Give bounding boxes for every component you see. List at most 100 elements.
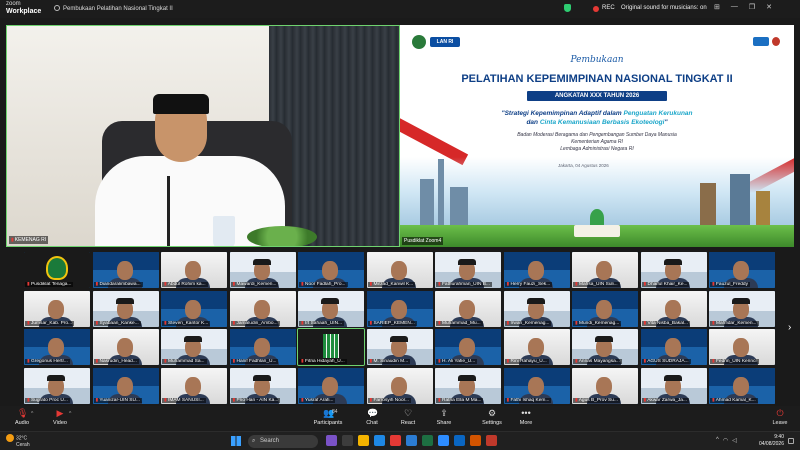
app-icon[interactable] — [454, 435, 465, 446]
water-glass — [213, 216, 235, 246]
mic-muted-icon: ▮ — [369, 359, 373, 364]
participant-tile[interactable]: ▮ Diandaralimbawa... — [92, 252, 159, 288]
windows-taskbar: 32°C Cerah ⌕ Search ^ ◠ ◁ 9:40 04/08/2026 — [0, 431, 800, 450]
maximize-icon[interactable]: ❐ — [749, 3, 755, 11]
participant-tile[interactable]: ▮ Rini Rahayu_U... — [503, 329, 570, 365]
participant-tile[interactable]: ▮ Fedrin_UIN Kerinci — [709, 329, 775, 365]
participants-button[interactable]: 👥 84 Participants — [306, 409, 350, 427]
widgets-app-icon[interactable] — [326, 435, 337, 446]
participant-name: ▮ Mirzad_Kanwil K... — [367, 282, 416, 287]
powerpoint-icon[interactable] — [470, 435, 481, 446]
participant-tile[interactable]: ▮ Jamaludin_Ambo... — [229, 290, 296, 327]
participant-tile[interactable]: ▮ Irt Sahaah_UIN... — [298, 290, 364, 327]
video-button[interactable]: ▶ ^ Video — [40, 409, 80, 427]
participant-tile[interactable]: ▮ Fauzul_Freddy — [709, 252, 775, 288]
close-icon[interactable]: ✕ — [766, 3, 772, 11]
view-icon[interactable]: ⊞ — [714, 3, 720, 11]
participant-tile[interactable]: ▮ Syabaan_Kanke... — [92, 290, 159, 327]
word-icon[interactable] — [406, 435, 417, 446]
participant-tile[interactable]: ▮ Sugrato Proc U... — [24, 367, 90, 404]
share-button[interactable]: ⇪ Share — [424, 409, 464, 427]
participant-face — [733, 261, 749, 280]
shared-slide[interactable]: LAN RI Pembukaan PELATIHAN KEPEMIMPINAN … — [400, 25, 794, 247]
taskbar-search[interactable]: ⌕ Search — [248, 435, 318, 448]
react-button[interactable]: ♡ React — [388, 409, 428, 427]
participant-tile[interactable]: ▮ Gregorius Hertr... — [24, 329, 90, 365]
participant-tile[interactable]: ▮ AGUS SUDRAJA... — [640, 329, 707, 365]
participant-tile[interactable]: ▮ Irwan_Kemenag... — [503, 290, 570, 327]
clock[interactable]: 9:40 04/08/2026 — [758, 434, 784, 448]
participant-tile[interactable]: ▮ Ratna Ella M Ma... — [435, 367, 501, 404]
participant-tile[interactable]: ▮ M. Sinaudin M... — [366, 329, 433, 365]
slide-org3: Lembaga Administrasi Negara RI — [560, 146, 634, 152]
participant-face — [527, 338, 544, 357]
minimize-icon[interactable]: — — [731, 3, 738, 11]
participant-tile[interactable]: ▮ Akwar Zarwa_Ja... — [640, 367, 707, 404]
participant-tile[interactable]: ▮ Fitria Hidayah_U... — [297, 328, 365, 366]
more-button[interactable]: ••• More — [506, 409, 546, 427]
participant-tile[interactable]: ▮ Vita Nisba_Bakal... — [640, 290, 707, 327]
participant-tile[interactable]: ▮ Mahsa_UIN Suli... — [572, 252, 638, 288]
participant-tile[interactable]: ▮ Prio Han - AIN Ka... — [229, 367, 296, 404]
leave-icon: ⏻ — [776, 408, 784, 418]
building — [730, 174, 750, 229]
original-sound-label[interactable]: Original sound for musicians: on — [621, 5, 707, 11]
participant-tile[interactable]: ▮ Dhaiful Khair_Ke... — [640, 252, 707, 288]
participant-tile[interactable]: ▮ Noor Fadlah_Pro... — [298, 252, 364, 288]
participant-tile[interactable]: ▮ Jumsar_Kab. Pro... — [24, 290, 90, 327]
participant-tile[interactable]: ▮ IMAM SANUSI... — [161, 367, 227, 404]
participant-tile[interactable]: ▮ Nasrudin_Head... — [92, 329, 159, 365]
rec-label[interactable]: REC — [602, 5, 615, 11]
speaker-video[interactable]: ▮KEMENAG RI — [6, 25, 400, 247]
chevron-up-icon[interactable]: ^ — [31, 411, 33, 417]
wifi-icon[interactable]: ◠ — [723, 437, 728, 444]
participant-tile[interactable]: ▮ Mundi_Kemenag... — [572, 290, 638, 327]
volume-icon[interactable]: ◁ — [732, 437, 737, 444]
participant-tile[interactable]: ▮ Fathi Ishaq Kem... — [503, 367, 570, 404]
participant-tile[interactable]: ▮ Yusraf Arafi... — [298, 367, 364, 404]
mic-muted-icon: ▮ — [643, 397, 647, 403]
gallery-next-arrow-icon[interactable]: › — [788, 322, 791, 333]
participant-tile[interactable]: ▮ Mirzad_Kanwil K... — [366, 252, 433, 288]
chevron-up-icon[interactable]: ^ — [69, 411, 71, 417]
file-explorer-icon[interactable] — [358, 435, 369, 446]
mic-muted-icon: ▮ — [232, 359, 236, 364]
participant-tile[interactable]: ▮ Annas Mayangsa... — [572, 329, 638, 365]
participant-cap — [252, 374, 271, 381]
participant-tile[interactable]: ▮ Herry Fauzi_Sek... — [503, 252, 570, 288]
participant-tile[interactable]: ▮ Fathurahman_UIN B... — [435, 252, 501, 288]
event-logo-2-icon — [772, 37, 780, 46]
meeting-title-text: Pembukaan Pelatihan Nasional Tingkat II — [63, 6, 173, 12]
info-icon[interactable] — [54, 5, 60, 11]
participant-tile[interactable]: ▮ Pusdiklat Tenaga... — [24, 252, 90, 288]
shield-icon[interactable] — [564, 4, 571, 12]
excel-icon[interactable] — [422, 435, 433, 446]
task-view-icon[interactable] — [342, 435, 353, 446]
windows-start-icon[interactable] — [231, 436, 241, 446]
zoom-icon[interactable] — [438, 435, 449, 446]
participant-tile[interactable]: ▮ Farrosyih Noor... — [366, 367, 433, 404]
notification-icon[interactable] — [788, 438, 794, 444]
participant-tile[interactable]: ▮ Yuanizar-UIN SU... — [92, 367, 159, 404]
participant-tile[interactable]: ▮ Mahfidar_Kemen... — [709, 290, 775, 327]
audio-button[interactable]: 🎙 ^ Audio — [2, 409, 42, 427]
participant-tile[interactable]: ▮ Muhammad Sa... — [161, 329, 227, 365]
participant-tile[interactable]: ▮ Muhammad_Mu... — [435, 290, 501, 327]
participant-tile[interactable]: ▮ SARIEP_KEMEN... — [366, 290, 433, 327]
participant-tile[interactable]: ▮ Mawardi_Kemen... — [229, 252, 296, 288]
pdf-icon[interactable] — [486, 435, 497, 446]
participant-tile[interactable]: ▮ H. Ali Yafie_U... — [435, 329, 501, 365]
chrome-icon[interactable] — [390, 435, 401, 446]
participant-tile[interactable]: ▮ Hanif Fadhlan_U... — [229, 329, 296, 365]
participant-name: ▮ Irwan_Kemenag... — [504, 320, 552, 326]
participant-tile[interactable]: ▮ Agus B_Prov Su... — [572, 367, 638, 404]
participant-tile[interactable]: ▮ Ahmad Kamal_K... — [709, 367, 775, 404]
participant-tile[interactable]: ▮ Steven_Kantor K... — [161, 290, 227, 327]
chat-button[interactable]: 💬 Chat — [352, 409, 392, 427]
edge-icon[interactable] — [374, 435, 385, 446]
participant-tile[interactable]: ▮ Abdul Rohim ka... — [161, 252, 227, 288]
weather-widget[interactable]: 32°C Cerah — [6, 434, 30, 448]
meeting-toolbar: 🎙 ^ Audio ▶ ^ Video 👥 84 Participants 💬 Chat ♡ R… — [0, 406, 800, 431]
leave-button[interactable]: ⏻ Leave — [760, 408, 800, 427]
chevron-up-icon[interactable]: ^ — [716, 437, 719, 444]
